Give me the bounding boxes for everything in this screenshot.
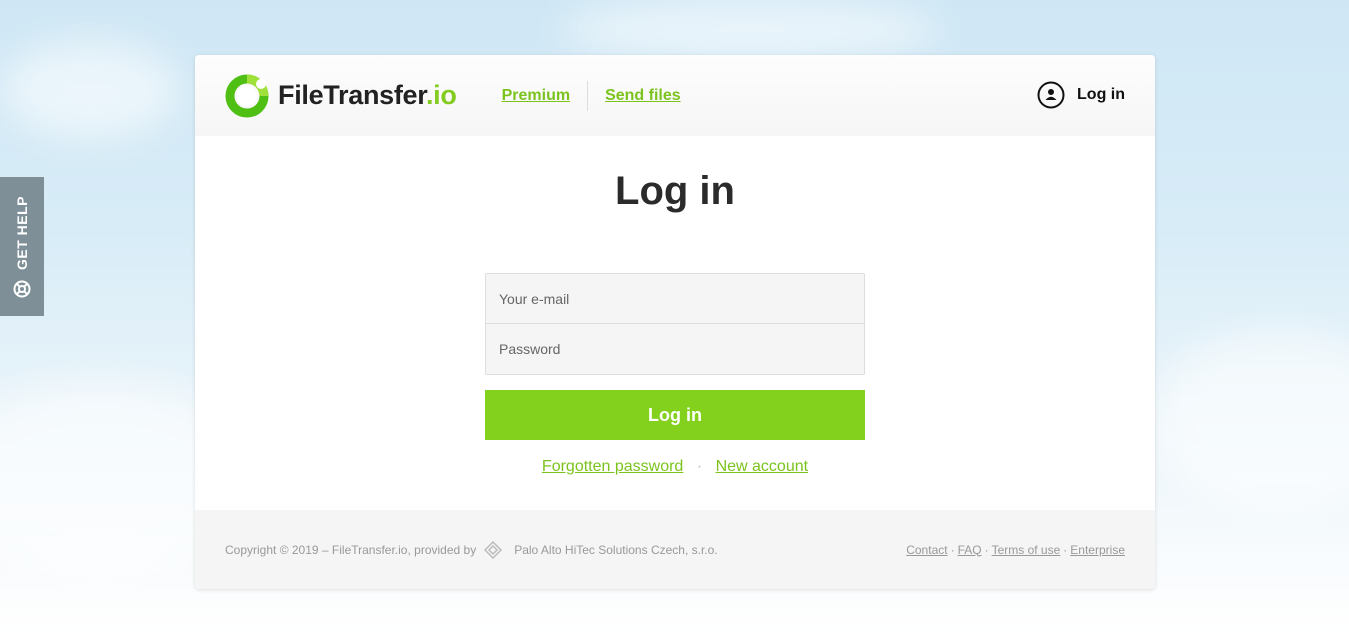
logo-ring-icon <box>225 74 269 117</box>
site-header: FileTransfer.io Premium Send files Log i… <box>195 55 1155 136</box>
logo-name: FileTransfer <box>278 80 426 110</box>
footer-faq-link[interactable]: FAQ <box>958 543 982 557</box>
user-circle-icon <box>1037 81 1065 109</box>
footer-copyright: Copyright © 2019 – FileTransfer.io, prov… <box>225 540 718 559</box>
header-login-label: Log in <box>1077 86 1125 103</box>
forgotten-password-link[interactable]: Forgotten password <box>542 458 683 475</box>
password-field[interactable] <box>485 324 865 375</box>
login-submit-button[interactable]: Log in <box>485 390 865 440</box>
footer-separator: · <box>1063 542 1068 557</box>
account-links: Forgotten password · New account <box>485 458 865 476</box>
provider-text: Palo Alto HiTec Solutions Czech, s.r.o. <box>514 542 718 557</box>
lifebuoy-icon <box>13 280 31 298</box>
copyright-text: Copyright © 2019 – FileTransfer.io, prov… <box>225 542 477 557</box>
site-footer: Copyright © 2019 – FileTransfer.io, prov… <box>195 510 1155 589</box>
logo-text: FileTransfer.io <box>278 80 457 111</box>
footer-separator: · <box>950 542 955 557</box>
site-logo[interactable]: FileTransfer.io <box>225 74 457 118</box>
get-help-tab[interactable]: GET HELP <box>0 177 44 316</box>
login-form: Log in Forgotten password · New account <box>485 273 865 476</box>
nav-send-files-link[interactable]: Send files <box>605 87 681 105</box>
new-account-link[interactable]: New account <box>716 458 809 475</box>
nav-premium-link[interactable]: Premium <box>502 87 570 105</box>
palo-alto-diamond-icon <box>484 540 503 559</box>
footer-separator: · <box>984 542 989 557</box>
header-login-button[interactable]: Log in <box>1037 81 1125 109</box>
footer-contact-link[interactable]: Contact <box>906 543 947 557</box>
links-separator: · <box>696 458 703 475</box>
footer-links: Contact · FAQ · Terms of use · Enterprise <box>906 543 1125 557</box>
footer-enterprise-link[interactable]: Enterprise <box>1070 543 1125 557</box>
logo-tld: .io <box>425 80 457 110</box>
email-field[interactable] <box>485 273 865 324</box>
get-help-label: GET HELP <box>14 195 30 270</box>
page-title: Log in <box>615 169 735 213</box>
footer-terms-link[interactable]: Terms of use <box>992 543 1061 557</box>
nav-divider <box>587 80 589 111</box>
login-card: FileTransfer.io Premium Send files Log i… <box>195 55 1155 589</box>
login-section: Log in Log in Forgotten password · New a… <box>195 136 1155 510</box>
main-nav: Premium Send files <box>502 80 681 111</box>
